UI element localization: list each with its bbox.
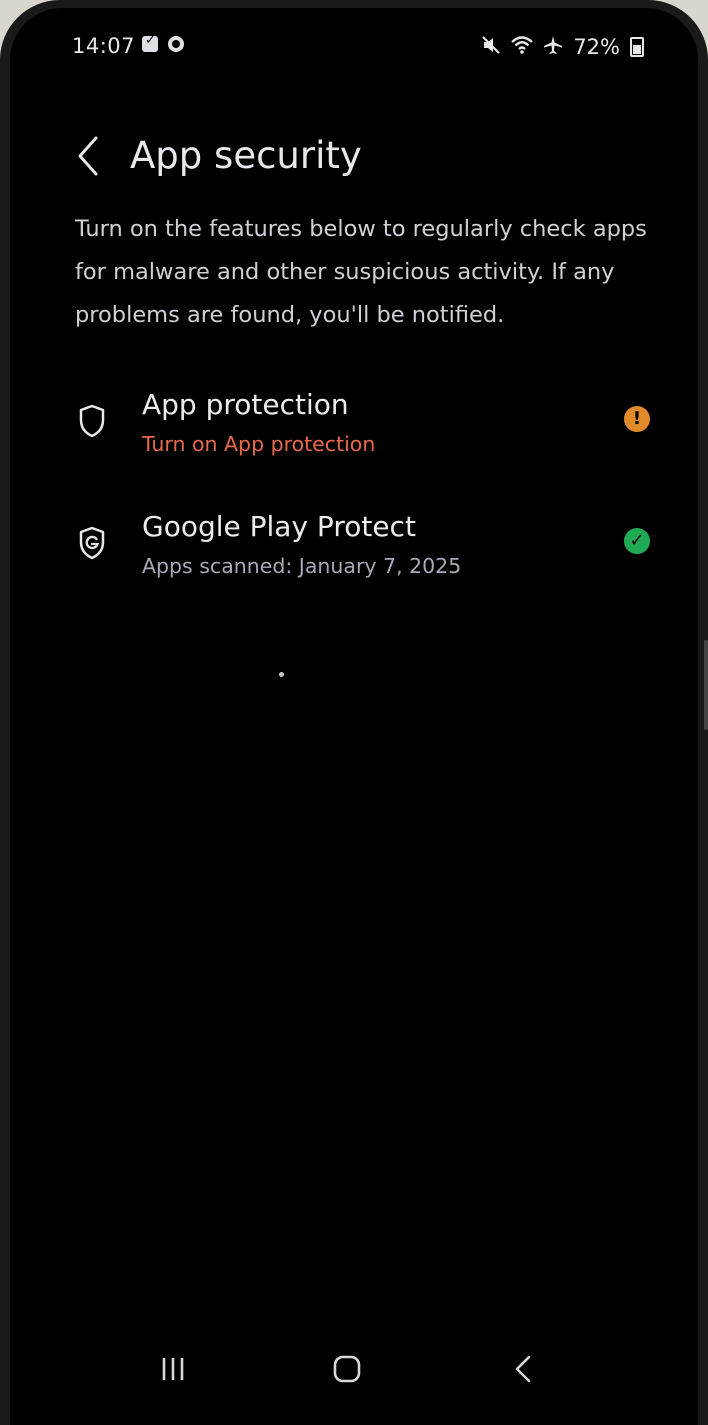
chevron-left-icon bbox=[78, 136, 98, 176]
screen: 14:07 72% bbox=[10, 8, 698, 1425]
battery-percent: 72% bbox=[573, 35, 620, 59]
notification-icons bbox=[142, 33, 184, 52]
mute-icon bbox=[481, 35, 501, 59]
loading-dot bbox=[279, 672, 284, 677]
checkbox-notification-icon bbox=[142, 33, 158, 52]
warning-icon: ! bbox=[624, 406, 650, 432]
google-shield-icon bbox=[78, 526, 106, 560]
navigation-bar bbox=[10, 1328, 698, 1408]
system-icons: 72% bbox=[481, 35, 644, 59]
status-bar: 14:07 72% bbox=[10, 8, 698, 88]
header: App security bbox=[10, 116, 698, 196]
app-protection-subtitle: Turn on App protection bbox=[142, 432, 376, 456]
check-icon: ✓ bbox=[624, 528, 650, 554]
nav-back-button[interactable] bbox=[498, 1344, 548, 1394]
back-button[interactable] bbox=[70, 126, 106, 186]
home-button[interactable] bbox=[322, 1344, 372, 1394]
circle-notification-icon bbox=[168, 36, 184, 52]
home-icon bbox=[333, 1355, 361, 1383]
recents-button[interactable] bbox=[148, 1344, 198, 1394]
description-text: Turn on the features below to regularly … bbox=[75, 216, 647, 328]
app-protection-title: App protection bbox=[142, 388, 349, 421]
airplane-icon bbox=[543, 35, 563, 59]
phone-frame: 14:07 72% bbox=[0, 0, 708, 1425]
shield-icon bbox=[78, 404, 106, 438]
list-item-app-protection[interactable]: App protection Turn on App protection ! bbox=[70, 378, 650, 474]
battery-icon bbox=[630, 37, 644, 57]
google-play-protect-subtitle: Apps scanned: January 7, 2025 bbox=[142, 554, 462, 578]
google-play-protect-title: Google Play Protect bbox=[142, 510, 416, 543]
list-item-google-play-protect[interactable]: Google Play Protect Apps scanned: Januar… bbox=[70, 500, 650, 596]
side-button bbox=[704, 640, 708, 730]
wifi-icon bbox=[511, 35, 534, 59]
back-icon bbox=[515, 1355, 531, 1383]
status-time: 14:07 bbox=[72, 34, 136, 58]
recents-icon bbox=[162, 1358, 184, 1380]
page-title: App security bbox=[130, 134, 362, 177]
